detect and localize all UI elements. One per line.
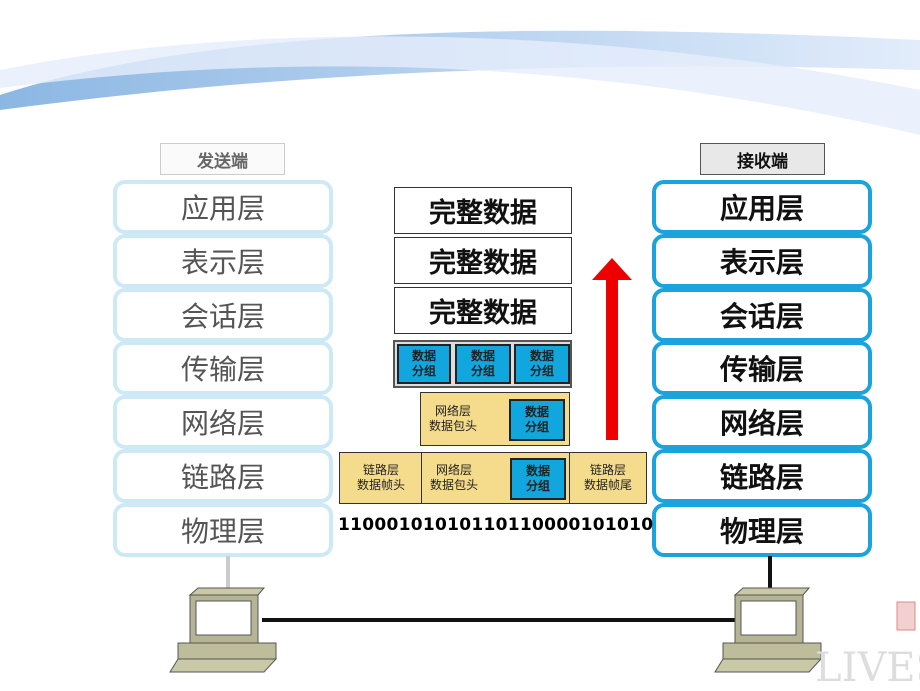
- network-connection: [169, 556, 916, 673]
- segment: 数据 分组: [514, 344, 570, 384]
- receiver-layer: 会话层: [652, 288, 872, 342]
- segment: 数据 分组: [455, 344, 511, 384]
- receiver-layer: 链路层: [652, 449, 872, 503]
- sender-layer: 网络层: [113, 395, 333, 449]
- watermark: LIVES: [815, 645, 920, 691]
- receiver-layer: 表示层: [652, 234, 872, 288]
- link-header: 链路层 数据帧头: [339, 452, 423, 504]
- header-wave: [0, 30, 920, 135]
- network-packet: 网络层 数据包头 数据 分组: [420, 392, 570, 446]
- sender-layer: 应用层: [113, 180, 333, 234]
- segments-group: 数据 分组 数据 分组 数据 分组: [393, 340, 572, 388]
- computer-icon: [714, 587, 823, 673]
- receiver-layer: 物理层: [652, 503, 872, 557]
- receiver-layer: 应用层: [652, 180, 872, 234]
- full-data-1: 完整数据: [394, 187, 572, 234]
- full-data-2: 完整数据: [394, 237, 572, 284]
- receiver-label: 接收端: [700, 143, 825, 175]
- computer-icon: [169, 587, 278, 673]
- up-arrow-icon: [592, 258, 632, 440]
- sender-layer: 传输层: [113, 341, 333, 395]
- net-header: 网络层 数据包头: [429, 404, 478, 433]
- sender-label: 发送端: [160, 143, 285, 175]
- bit-stream: 11000101010110110000101010: [338, 515, 654, 535]
- link-network-packet: 网络层 数据包头 数据 分组: [421, 452, 571, 504]
- sender-layer: 会话层: [113, 288, 333, 342]
- seal-stamp: [896, 601, 916, 631]
- receiver-layer: 传输层: [652, 341, 872, 395]
- segment: 数据 分组: [509, 399, 565, 441]
- segment: 数据 分组: [510, 458, 566, 500]
- receiver-layer: 网络层: [652, 395, 872, 449]
- net-header: 网络层 数据包头: [430, 463, 479, 492]
- sender-layer: 表示层: [113, 234, 333, 288]
- link-trailer: 链路层 数据帧尾: [569, 452, 647, 504]
- full-data-3: 完整数据: [394, 287, 572, 334]
- sender-layer: 物理层: [113, 503, 333, 557]
- sender-layer: 链路层: [113, 449, 333, 503]
- segment: 数据 分组: [397, 344, 451, 384]
